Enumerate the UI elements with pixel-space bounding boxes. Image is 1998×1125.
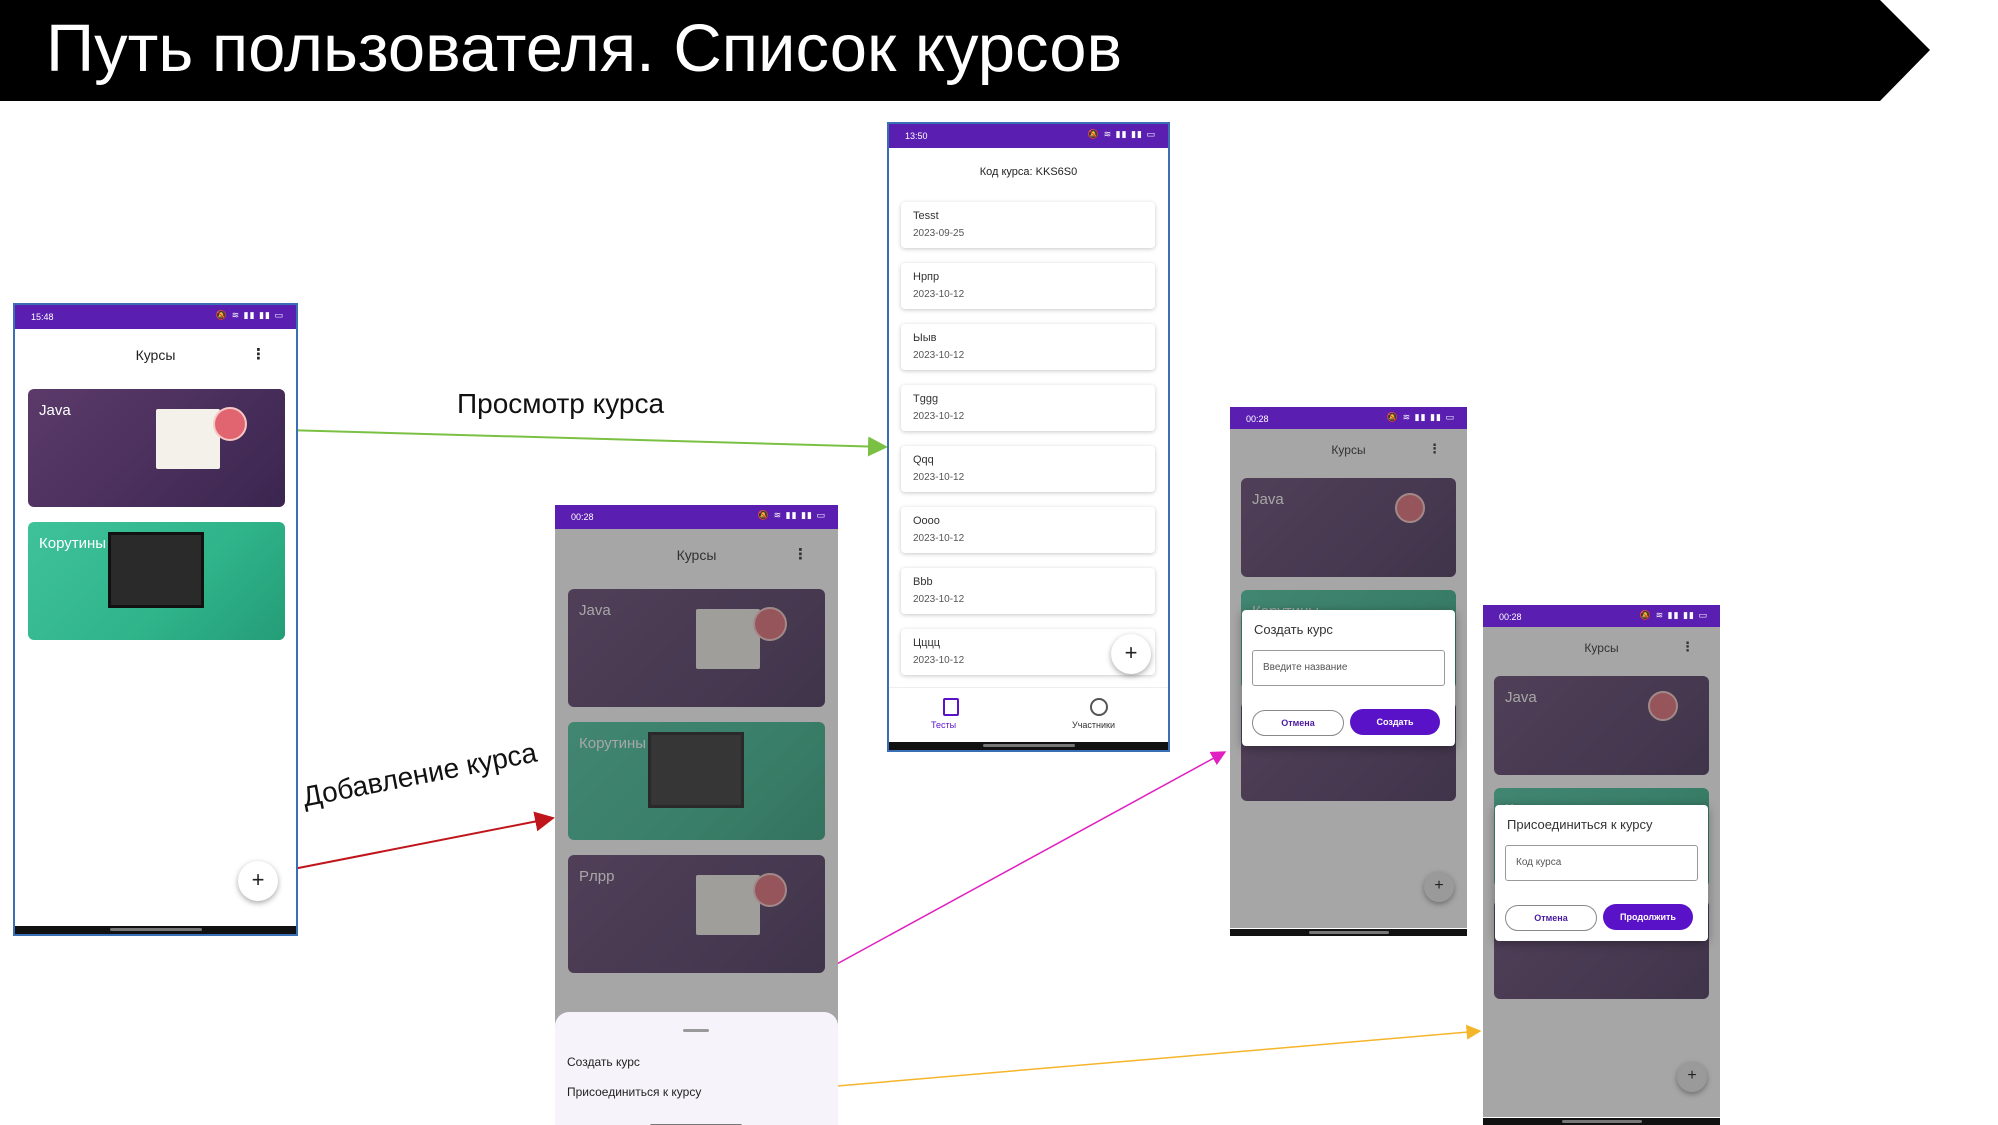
course-card-title: Java [39,402,71,419]
status-bar: 00:28 🔕 ≋ ▮▮ ▮▮ ▭ [1230,407,1467,429]
status-icons: 🔕 ≋ ▮▮ ▮▮ ▭ [1087,129,1156,139]
test-date: 2023-10-12 [913,289,965,300]
add-course-fab[interactable]: + [1424,872,1454,902]
test-list-item[interactable]: Ыыв 2023-10-12 [901,324,1155,370]
cancel-button[interactable]: Отмена [1505,905,1597,931]
add-course-fab[interactable]: + [1677,1062,1707,1092]
course-card-coroutines[interactable]: Корутины [28,522,285,640]
test-list-item[interactable]: Qqq 2023-10-12 [901,446,1155,492]
test-name: Tesst [913,210,939,222]
phone-course-details: 13:50 🔕 ≋ ▮▮ ▮▮ ▭ Код курса: KKS6S0 Tess… [887,122,1170,752]
tab-members[interactable]: Участники [1072,720,1115,730]
input-placeholder: Код курса [1516,857,1562,868]
course-code-header: Код курса: KKS6S0 [979,166,1078,178]
label-view-course: Просмотр курса [457,388,665,419]
arrow-view-course [284,429,888,457]
status-time: 15:48 [31,312,54,322]
test-name: Оооо [913,515,940,527]
input-placeholder: Введите название [1263,662,1348,673]
phone-create-course-dialog: 00:28 🔕 ≋ ▮▮ ▮▮ ▭ Курсы ⋮ Java Корутины … [1230,407,1467,936]
test-name: Bbb [913,576,933,588]
illustration-paper [156,409,220,469]
status-icons: 🔕 ≋ ▮▮ ▮▮ ▭ [1639,610,1708,620]
test-list-item[interactable]: Нрпр 2023-10-12 [901,263,1155,309]
sheet-item-create-course[interactable]: Создать курс [567,1055,640,1069]
laptop-illustration [108,532,204,608]
nav-bar [15,926,296,934]
sheet-drag-handle[interactable] [683,1029,709,1032]
add-course-fab[interactable]: + [238,861,278,901]
dialog-title: Присоединиться к курсу [1507,817,1653,832]
dialog-title: Создать курс [1254,622,1333,637]
nav-bar [889,742,1168,750]
test-date: 2023-10-12 [913,594,965,605]
test-date: 2023-10-12 [913,472,965,483]
bottom-tab-bar: Тесты Участники [889,687,1168,745]
members-tab-icon [1090,698,1108,716]
course-card-java[interactable]: Java [28,389,285,507]
add-test-fab[interactable]: + [1111,634,1151,674]
test-name: Цццц [913,637,941,649]
continue-button[interactable]: Продолжить [1603,904,1693,930]
nav-bar [1483,1118,1720,1125]
test-date: 2023-10-12 [913,411,965,422]
status-time: 00:28 [571,512,594,522]
bottom-sheet: Создать курс Присоединиться к курсу [555,1012,838,1125]
status-icons: 🔕 ≋ ▮▮ ▮▮ ▭ [757,510,826,520]
status-bar: 13:50 🔕 ≋ ▮▮ ▮▮ ▭ [889,124,1168,148]
test-name: Qqq [913,454,934,466]
status-bar: 00:28 🔕 ≋ ▮▮ ▮▮ ▭ [1483,605,1720,627]
phone-courses-list: 15:48 🔕 ≋ ▮▮ ▮▮ ▭ Курсы ⋮ Java Корутины … [13,303,298,936]
status-time: 00:28 [1499,612,1522,622]
nav-bar [1230,929,1467,936]
status-icons: 🔕 ≋ ▮▮ ▮▮ ▭ [1386,412,1455,422]
course-card-title: Корутины [39,535,107,552]
create-button[interactable]: Создать [1350,709,1440,735]
course-name-input[interactable]: Введите название [1252,650,1445,686]
course-code-input[interactable]: Код курса [1505,845,1698,881]
arrow-add-course [277,811,555,873]
create-course-dialog: Создать курс Введите название Отмена Соз… [1242,610,1455,746]
status-icons: 🔕 ≋ ▮▮ ▮▮ ▭ [215,310,284,320]
more-menu-icon[interactable]: ⋮ [251,345,266,363]
test-date: 2023-09-25 [913,228,965,239]
cancel-button[interactable]: Отмена [1252,710,1344,736]
test-date: 2023-10-12 [913,655,965,666]
test-list-item[interactable]: Tesst 2023-09-25 [901,202,1155,248]
test-date: 2023-10-12 [913,350,965,361]
sheet-item-join-course[interactable]: Присоединиться к курсу [567,1085,701,1099]
phone-join-course-dialog: 00:28 🔕 ≋ ▮▮ ▮▮ ▭ Курсы ⋮ Java Корутины … [1483,605,1720,1125]
tests-tab-icon [943,698,959,716]
status-time: 13:50 [905,131,928,141]
test-list-item[interactable]: Tggg 2023-10-12 [901,385,1155,431]
status-bar: 15:48 🔕 ≋ ▮▮ ▮▮ ▭ [15,305,296,329]
status-time: 00:28 [1246,414,1269,424]
join-course-dialog: Присоединиться к курсу Код курса Отмена … [1495,805,1708,941]
tab-tests[interactable]: Тесты [931,720,956,730]
test-list-item[interactable]: Оооо 2023-10-12 [901,507,1155,553]
illustration-clock [213,407,247,441]
test-name: Ыыв [913,332,937,344]
status-bar: 00:28 🔕 ≋ ▮▮ ▮▮ ▭ [555,505,838,529]
phone-add-course-sheet: 00:28 🔕 ≋ ▮▮ ▮▮ ▭ Курсы ⋮ Java Корутины … [555,505,838,1125]
test-name: Tggg [913,393,939,405]
test-list-item[interactable]: Bbb 2023-10-12 [901,568,1155,614]
test-name: Нрпр [913,271,940,283]
test-date: 2023-10-12 [913,533,965,544]
